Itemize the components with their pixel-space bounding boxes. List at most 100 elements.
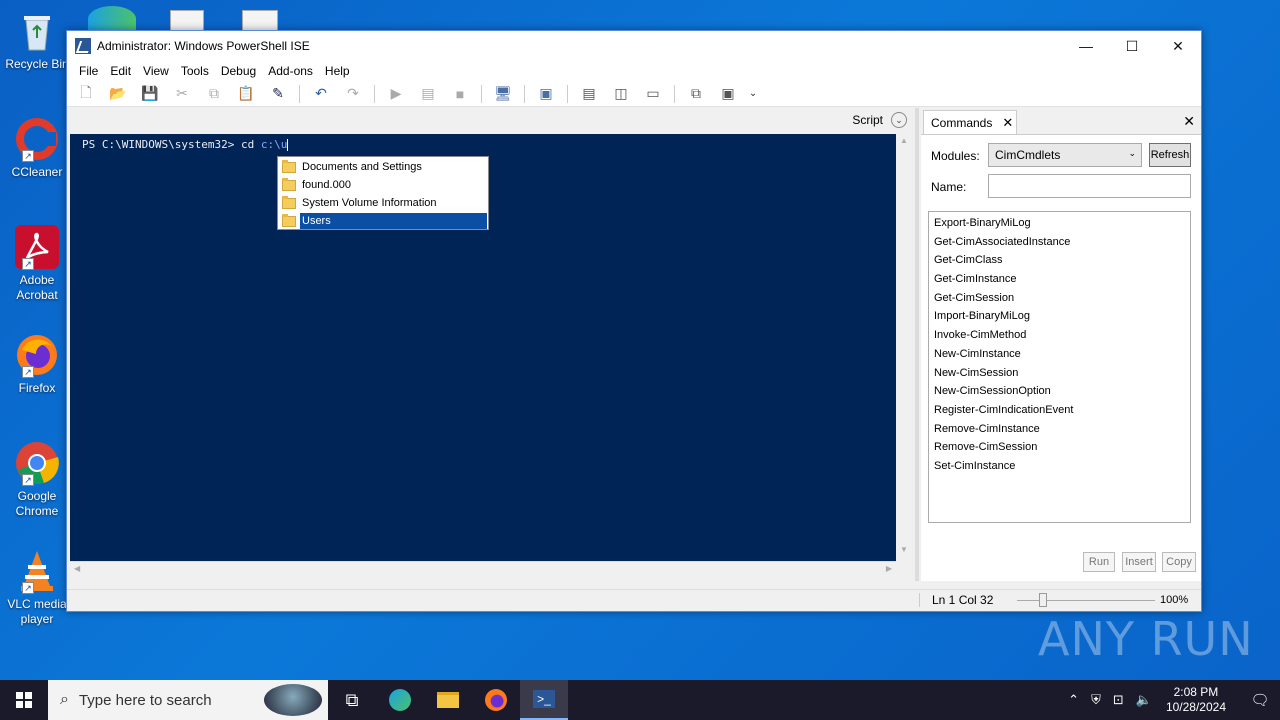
console-vertical-scrollbar[interactable]: ▲ ▼ bbox=[896, 134, 912, 561]
new-file-icon[interactable]: 🗋 bbox=[75, 84, 97, 104]
firefox-icon: ↗ bbox=[14, 332, 60, 378]
autocomplete-item[interactable]: System Volume Information bbox=[279, 194, 487, 212]
powershell-ise-taskbar-icon[interactable]: >_ bbox=[520, 680, 568, 720]
tab-commands[interactable]: Commands ✕ bbox=[923, 110, 1017, 134]
redo-icon[interactable]: ↷ bbox=[342, 84, 364, 104]
desktop-icon-adobe-acrobat[interactable]: ↗ Adobe Acrobat bbox=[2, 224, 72, 303]
show-command-addon-icon[interactable]: ▣ bbox=[717, 84, 739, 104]
close-tab-icon[interactable]: ✕ bbox=[1002, 115, 1013, 131]
run-selection-icon[interactable]: ▤ bbox=[417, 84, 439, 104]
list-item[interactable]: Get-CimAssociatedInstance bbox=[934, 233, 1185, 252]
start-button[interactable] bbox=[0, 680, 48, 720]
zoom-slider-thumb[interactable] bbox=[1039, 593, 1047, 607]
scroll-right-icon[interactable]: ▶ bbox=[886, 564, 892, 573]
list-item[interactable]: Get-CimInstance bbox=[934, 270, 1185, 289]
autocomplete-item-selected[interactable]: Users bbox=[279, 212, 487, 230]
menu-file[interactable]: File bbox=[73, 64, 104, 78]
menu-debug[interactable]: Debug bbox=[215, 64, 262, 78]
maximize-button[interactable]: ☐ bbox=[1109, 31, 1155, 61]
vlc-icon: ↗ bbox=[14, 548, 60, 594]
menu-edit[interactable]: Edit bbox=[104, 64, 137, 78]
desktop-icon-vlc[interactable]: ↗ VLC media player bbox=[2, 548, 72, 627]
taskbar-search[interactable]: ⌕ Type here to search bbox=[48, 680, 328, 720]
console-horizontal-scrollbar[interactable]: ◀ ▶ bbox=[70, 561, 896, 577]
menu-help[interactable]: Help bbox=[319, 64, 356, 78]
modules-select[interactable]: CimCmdlets ⌄ bbox=[988, 143, 1142, 167]
list-item[interactable]: Set-CimInstance bbox=[934, 457, 1185, 476]
show-script-pane-top-icon[interactable]: ▤ bbox=[578, 84, 600, 104]
pane-splitter[interactable] bbox=[915, 108, 919, 581]
insert-button[interactable]: Insert bbox=[1122, 552, 1156, 572]
list-item[interactable]: Get-CimSession bbox=[934, 289, 1185, 308]
list-item[interactable]: Remove-CimInstance bbox=[934, 420, 1185, 439]
close-pane-icon[interactable]: ✕ bbox=[1183, 113, 1195, 130]
document-desktop-icon[interactable] bbox=[170, 10, 204, 32]
desktop-icon-ccleaner[interactable]: ↗ CCleaner bbox=[2, 116, 72, 180]
desktop-icon-google-chrome[interactable]: ↗ Google Chrome bbox=[2, 440, 72, 519]
list-item[interactable]: Export-BinaryMiLog bbox=[934, 214, 1185, 233]
scroll-up-icon[interactable]: ▲ bbox=[896, 136, 912, 150]
paste-icon[interactable]: 📋 bbox=[235, 84, 257, 104]
file-explorer-icon[interactable] bbox=[424, 680, 472, 720]
volume-icon[interactable]: 🔈 bbox=[1136, 692, 1152, 708]
refresh-button[interactable]: Refresh bbox=[1149, 143, 1191, 167]
list-item[interactable]: New-CimSessionOption bbox=[934, 382, 1185, 401]
script-label: Script bbox=[852, 113, 883, 127]
desktop-icon-firefox[interactable]: ↗ Firefox bbox=[2, 332, 72, 396]
list-item[interactable]: Remove-CimSession bbox=[934, 438, 1185, 457]
word-document-desktop-icon[interactable] bbox=[242, 10, 278, 32]
edge-desktop-icon[interactable] bbox=[88, 6, 136, 32]
list-item[interactable]: Import-BinaryMiLog bbox=[934, 307, 1185, 326]
show-command-window-icon[interactable]: ⧉ bbox=[685, 84, 707, 104]
commands-list[interactable]: Export-BinaryMiLog Get-CimAssociatedInst… bbox=[928, 211, 1191, 523]
remote-powershell-icon[interactable]: 🖥 bbox=[492, 84, 514, 104]
tab-commands-label: Commands bbox=[931, 115, 993, 130]
script-pane-toggle[interactable]: Script ⌄ bbox=[67, 108, 913, 132]
show-script-pane-maximized-icon[interactable]: ▭ bbox=[642, 84, 664, 104]
menu-add-ons[interactable]: Add-ons bbox=[262, 64, 319, 78]
task-view-icon[interactable]: ⧉ bbox=[328, 680, 376, 720]
zoom-slider[interactable] bbox=[1017, 600, 1155, 601]
open-folder-icon[interactable]: 📂 bbox=[107, 84, 129, 104]
list-item[interactable]: New-CimSession bbox=[934, 364, 1185, 383]
shortcut-arrow-icon: ↗ bbox=[22, 366, 34, 378]
autocomplete-item[interactable]: found.000 bbox=[279, 176, 487, 194]
chevron-up-icon[interactable]: ⌃ bbox=[1068, 692, 1079, 708]
copy-icon[interactable]: ⧉ bbox=[203, 84, 225, 104]
run-button[interactable]: Run bbox=[1083, 552, 1115, 572]
toolbar-overflow-icon[interactable]: ⌄ bbox=[749, 84, 757, 104]
show-script-pane-right-icon[interactable]: ◫ bbox=[610, 84, 632, 104]
powershell-console-icon[interactable]: ▣ bbox=[535, 84, 557, 104]
autocomplete-item[interactable]: Documents and Settings bbox=[279, 158, 487, 176]
title-bar[interactable]: Administrator: Windows PowerShell ISE — … bbox=[67, 31, 1201, 61]
list-item[interactable]: New-CimInstance bbox=[934, 345, 1185, 364]
menu-tools[interactable]: Tools bbox=[175, 64, 215, 78]
clear-console-icon[interactable]: ✎ bbox=[267, 84, 289, 104]
undo-icon[interactable]: ↶ bbox=[310, 84, 332, 104]
scroll-left-icon[interactable]: ◀ bbox=[74, 564, 80, 573]
name-input[interactable] bbox=[988, 174, 1191, 198]
list-item[interactable]: Get-CimClass bbox=[934, 251, 1185, 270]
shortcut-arrow-icon: ↗ bbox=[22, 258, 34, 270]
clock[interactable]: 2:08 PM 10/28/2024 bbox=[1166, 685, 1226, 715]
network-icon[interactable]: ⊡ bbox=[1113, 692, 1124, 708]
minimize-button[interactable]: — bbox=[1063, 31, 1109, 61]
firefox-taskbar-icon[interactable] bbox=[472, 680, 520, 720]
adobe-acrobat-icon: ↗ bbox=[14, 224, 60, 270]
menu-view[interactable]: View bbox=[137, 64, 175, 78]
run-script-icon[interactable]: ▶ bbox=[385, 84, 407, 104]
edge-taskbar-icon[interactable] bbox=[376, 680, 424, 720]
folder-icon bbox=[282, 213, 296, 227]
scroll-down-icon[interactable]: ▼ bbox=[896, 545, 912, 559]
cut-icon[interactable]: ✂ bbox=[171, 84, 193, 104]
notification-icon[interactable]: 🗨 bbox=[1240, 691, 1280, 709]
stop-icon[interactable]: ■ bbox=[449, 84, 471, 104]
copy-button[interactable]: Copy bbox=[1162, 552, 1196, 572]
chevron-down-icon[interactable]: ⌄ bbox=[891, 112, 907, 128]
list-item[interactable]: Invoke-CimMethod bbox=[934, 326, 1185, 345]
list-item[interactable]: Register-CimIndicationEvent bbox=[934, 401, 1185, 420]
close-button[interactable]: ✕ bbox=[1155, 31, 1201, 61]
desktop-icon-recycle-bin[interactable]: Recycle Bin bbox=[2, 8, 72, 72]
security-icon[interactable]: ⛨ bbox=[1091, 692, 1101, 708]
save-icon[interactable]: 💾 bbox=[139, 84, 161, 104]
